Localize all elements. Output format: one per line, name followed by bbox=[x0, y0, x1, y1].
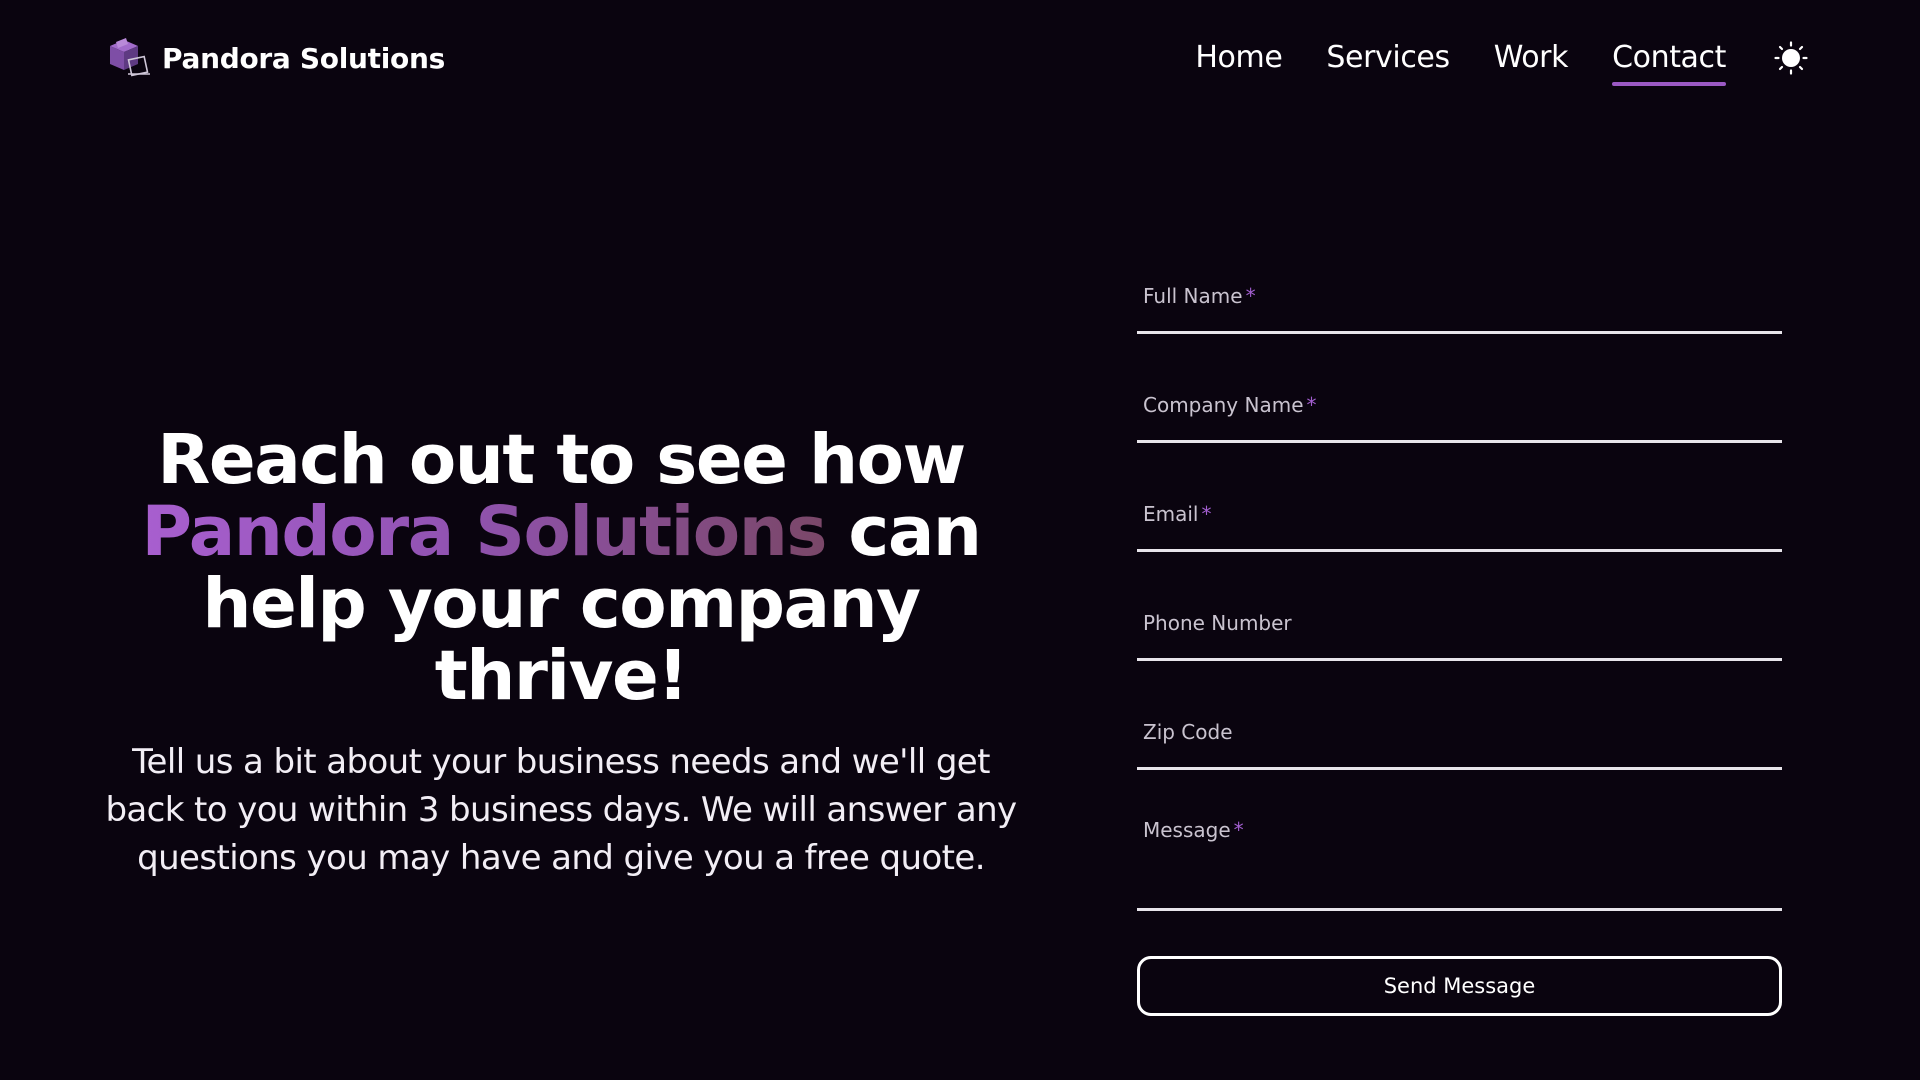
required-marker: * bbox=[1306, 393, 1317, 417]
email-field: Email * bbox=[1137, 488, 1782, 597]
full-name-label-text: Full Name bbox=[1143, 284, 1243, 308]
hero-section: Reach out to see how Pandora Solutions c… bbox=[98, 424, 1024, 882]
sun-icon[interactable] bbox=[1774, 41, 1808, 75]
nav-work[interactable]: Work bbox=[1494, 34, 1569, 82]
message-field: Message * bbox=[1137, 804, 1782, 956]
company-name-label: Company Name * bbox=[1143, 393, 1317, 417]
company-name-field: Company Name * bbox=[1137, 379, 1782, 488]
phone-label: Phone Number bbox=[1143, 611, 1292, 635]
site-header: Pandora Solutions Home Services Work Con… bbox=[0, 0, 1920, 116]
hero-title: Reach out to see how Pandora Solutions c… bbox=[98, 424, 1024, 712]
main-nav: Home Services Work Contact bbox=[1195, 34, 1726, 86]
required-marker: * bbox=[1245, 284, 1256, 308]
zip-code-field: Zip Code bbox=[1137, 706, 1782, 804]
message-label-text: Message bbox=[1143, 818, 1231, 842]
brand-link[interactable]: Pandora Solutions bbox=[104, 34, 445, 82]
full-name-field: Full Name * bbox=[1137, 270, 1782, 379]
contact-form: Full Name * Company Name * Email * Phone Nu… bbox=[1137, 270, 1782, 1016]
hero-title-line1: Reach out to see how bbox=[157, 420, 966, 500]
phone-field: Phone Number bbox=[1137, 597, 1782, 706]
full-name-label: Full Name * bbox=[1143, 284, 1256, 308]
hero-subtitle: Tell us a bit about your business needs … bbox=[105, 742, 1017, 878]
zip-code-label: Zip Code bbox=[1143, 720, 1233, 744]
nav-home[interactable]: Home bbox=[1195, 34, 1282, 82]
nav-services[interactable]: Services bbox=[1326, 34, 1450, 82]
email-label: Email * bbox=[1143, 502, 1212, 526]
required-marker: * bbox=[1201, 502, 1212, 526]
company-name-label-text: Company Name bbox=[1143, 393, 1304, 417]
email-label-text: Email bbox=[1143, 502, 1199, 526]
email-input[interactable] bbox=[1137, 488, 1782, 552]
hero-title-line3: help your company thrive! bbox=[202, 564, 921, 716]
pandora-box-logo-icon bbox=[110, 38, 150, 77]
zip-code-input[interactable] bbox=[1137, 706, 1782, 770]
brand-name: Pandora Solutions bbox=[162, 41, 445, 75]
message-label: Message * bbox=[1143, 818, 1244, 842]
send-message-button[interactable]: Send Message bbox=[1137, 956, 1782, 1016]
hero-title-accent: Pandora Solutions bbox=[141, 492, 827, 572]
required-marker: * bbox=[1233, 818, 1244, 842]
nav-contact[interactable]: Contact bbox=[1612, 34, 1726, 86]
hero-title-after-accent: can bbox=[825, 492, 982, 572]
